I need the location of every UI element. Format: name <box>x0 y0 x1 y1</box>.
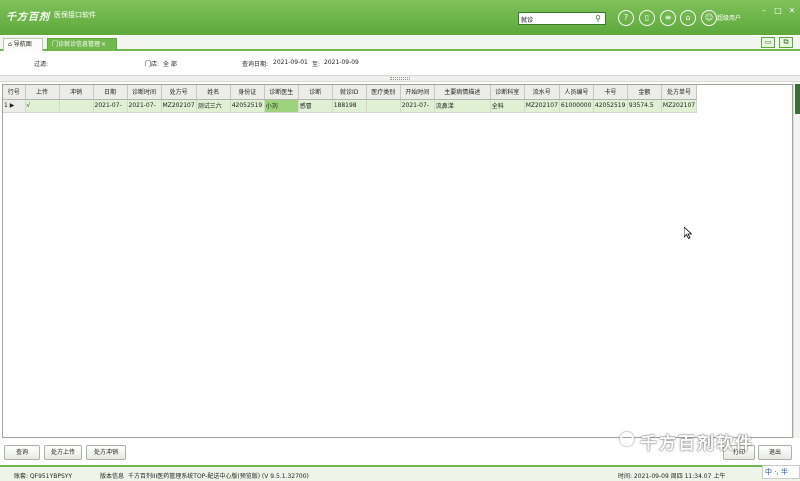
name-cell[interactable]: 测试三六 <box>196 99 231 113</box>
prescription-upload-button[interactable]: 处方上传 <box>44 445 82 460</box>
home-icon: ⌂ <box>8 41 12 48</box>
tab-label: 门诊就诊信息管理 <box>52 41 101 48</box>
col-header[interactable]: 处方号 <box>161 85 197 100</box>
filter-label: 过滤: <box>34 61 49 68</box>
exit-button[interactable]: 退出 <box>758 445 792 460</box>
mouse-cursor-icon <box>684 227 692 239</box>
description-cell[interactable]: 流鼻涕 <box>434 99 491 113</box>
version-text: 千方百剂III医药管理系统TOP-配送中心版(预览版) (V 9.5.1.327… <box>128 473 309 480</box>
dept-cell[interactable]: 全科 <box>490 99 525 113</box>
document-icon[interactable]: ≡ <box>660 10 676 26</box>
col-header[interactable]: 人员编号 <box>559 85 594 100</box>
date-to[interactable]: 2021-09-09 <box>324 59 359 66</box>
rx-order-no-cell[interactable]: MZ202107 <box>661 99 698 113</box>
maximize-icon[interactable]: □ <box>773 6 783 15</box>
store-value[interactable]: 全 部 <box>163 59 177 68</box>
diagnosis-cell[interactable]: 感冒 <box>298 99 333 113</box>
user-icon[interactable]: ☺ <box>701 10 717 26</box>
upload-cell[interactable]: √ <box>25 99 60 113</box>
scrollbar-thumb[interactable] <box>795 84 800 114</box>
row-number-cell[interactable]: 1 ▶ <box>3 99 26 113</box>
vertical-scrollbar[interactable] <box>793 84 800 438</box>
help-icon[interactable]: ? <box>618 10 634 26</box>
col-header[interactable]: 身份证 <box>230 85 265 100</box>
search-input[interactable] <box>521 14 591 24</box>
title-bar: 千方百剂 医保接口软件 ⚲ ? ▯ ≡ ⌂ ☺ 超级用户 – □ ✕ <box>0 0 800 35</box>
doctor-cell[interactable]: 小刘 <box>264 99 299 113</box>
date-from[interactable]: 2021-09-01 <box>273 59 308 66</box>
col-header[interactable]: 医疗类别 <box>366 85 401 100</box>
col-header[interactable]: 日期 <box>93 85 128 100</box>
col-header[interactable]: 流水号 <box>524 85 560 100</box>
reverse-cell[interactable] <box>59 99 94 113</box>
splitter-grip[interactable] <box>390 77 410 80</box>
person-no-cell[interactable]: 61000000 <box>559 99 594 113</box>
username-label[interactable]: 超级用户 <box>717 13 741 22</box>
id-card-cell[interactable]: 42052519 <box>230 99 265 113</box>
col-header[interactable]: 行号 <box>3 85 26 100</box>
close-icon[interactable]: ✕ <box>787 6 797 15</box>
ime-indicator[interactable]: 中 ·, 半 <box>762 465 800 479</box>
splitter[interactable] <box>0 75 800 82</box>
card-no-cell[interactable]: 42052519 <box>593 99 628 113</box>
wechat-icon <box>620 432 634 446</box>
tab-close-icon[interactable]: × <box>101 41 106 48</box>
amount-cell[interactable]: 93574.5 <box>627 99 662 113</box>
col-header[interactable]: 卡号 <box>593 85 628 100</box>
watermark: 千方百剂软件 <box>640 434 754 454</box>
search-icon[interactable]: ⚲ <box>592 13 604 24</box>
col-header[interactable]: 处方单号 <box>661 85 698 100</box>
time-label: 时间: 2021-09-09 周四 11:34.07 上午 <box>618 473 726 480</box>
minimize-icon[interactable]: – <box>759 6 769 15</box>
rx-no-cell[interactable]: MZ202107 <box>161 99 197 113</box>
mobile-icon[interactable]: ▯ <box>639 10 655 26</box>
visit-table: 行号 上传 冲销 日期 诊断时间 处方号 姓名 身份证 诊断医生 诊断 就诊ID… <box>3 85 698 113</box>
status-bar: 账套: QF951YBPSYY 版本信息 千方百剂III医药管理系统TOP-配送… <box>0 465 800 481</box>
col-header[interactable]: 诊断医生 <box>264 85 299 100</box>
start-time-cell[interactable]: 2021-07- <box>400 99 435 113</box>
col-header[interactable]: 冲销 <box>59 85 94 100</box>
tab-strip: ⌂ 导航图 门诊就诊信息管理× <box>0 36 800 51</box>
account-label: 账套: QF951YBPSYY <box>14 473 73 480</box>
visit-id-cell[interactable]: 188198 <box>332 99 367 113</box>
tab-navigation[interactable]: ⌂ 导航图 <box>3 38 43 51</box>
col-header[interactable]: 姓名 <box>196 85 231 100</box>
col-header[interactable]: 诊断 <box>298 85 333 100</box>
app-subtitle: 医保接口软件 <box>54 11 96 19</box>
current-row-marker-icon: ▶ <box>9 102 15 109</box>
version-label: 版本信息 <box>100 473 125 480</box>
store-label: 门店: <box>145 61 160 68</box>
layout-icon[interactable]: ▭ <box>761 37 775 48</box>
col-header[interactable]: 就诊ID <box>332 85 367 100</box>
app-logo: 千方百剂 <box>6 12 50 23</box>
tab-outpatient-visit[interactable]: 门诊就诊信息管理× <box>47 38 117 51</box>
diag-time-cell[interactable]: 2021-07- <box>127 99 162 113</box>
prescription-reverse-button[interactable]: 处方冲销 <box>86 445 126 460</box>
header-row: 行号 上传 冲销 日期 诊断时间 处方号 姓名 身份证 诊断医生 诊断 就诊ID… <box>3 85 698 100</box>
serial-no-cell[interactable]: MZ202107 <box>524 99 560 113</box>
col-header[interactable]: 诊断时间 <box>127 85 162 100</box>
table-row[interactable]: 1 ▶ √ 2021-07- 2021-07- MZ202107 测试三六 42… <box>3 99 698 113</box>
query-button[interactable]: 查询 <box>4 445 40 460</box>
date-label: 查询日期: <box>242 61 269 68</box>
visit-grid[interactable]: 行号 上传 冲销 日期 诊断时间 处方号 姓名 身份证 诊断医生 诊断 就诊ID… <box>2 84 793 438</box>
col-header[interactable]: 诊断科室 <box>490 85 525 100</box>
col-header[interactable]: 主要病情描述 <box>434 85 491 100</box>
tab-label: 导航图 <box>13 41 32 48</box>
col-header[interactable]: 开始时间 <box>400 85 435 100</box>
col-header[interactable]: 上传 <box>25 85 60 100</box>
search-box[interactable]: ⚲ <box>518 12 606 25</box>
med-type-cell[interactable] <box>366 99 401 113</box>
filter-bar: 过滤: 门店: 全 部 查询日期: 2021-09-01 至: 2021-09-… <box>0 56 800 70</box>
date-to-label: 至: <box>312 61 321 68</box>
col-header[interactable]: 金额 <box>627 85 662 100</box>
lock-icon[interactable]: ⌂ <box>680 10 696 26</box>
window-icon[interactable]: ⧉ <box>779 37 793 48</box>
date-cell[interactable]: 2021-07- <box>93 99 128 113</box>
